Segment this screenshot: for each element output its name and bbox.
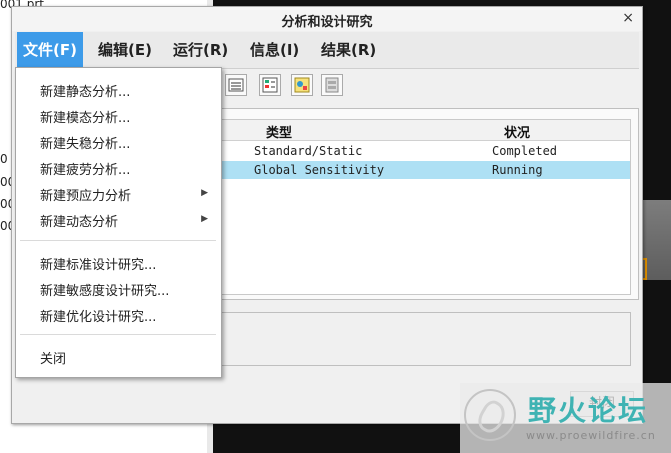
menu-separator [20,334,216,335]
cell-status: Completed [492,144,558,158]
menu-run[interactable]: 运行(R) [167,32,234,68]
menu-item-new-static[interactable]: 新建静态分析... [40,81,130,100]
cell-type: Global Sensitivity [254,163,385,177]
table-color-icon[interactable] [259,74,281,96]
watermark-text: 野火论坛 [528,394,649,427]
dialog-titlebar[interactable]: 分析和设计研究 × [12,7,642,31]
menu-file[interactable]: 文件(F) [17,32,83,68]
study-gray-icon[interactable] [321,74,343,96]
cell-type: Standard/Static [254,144,363,158]
menu-edit[interactable]: 编辑(E) [92,32,158,68]
submenu-arrow-icon: ▶ [201,188,208,198]
column-header-status[interactable]: 状况 [504,122,530,141]
menu-info[interactable]: 信息(I) [244,32,305,68]
menubar: 文件(F) 编辑(E) 运行(R) 信息(I) 结果(R) [15,32,639,69]
menu-item-new-standard-study[interactable]: 新建标准设计研究... [40,254,156,273]
file-menu-dropdown: 新建静态分析... 新建模态分析... 新建失稳分析... 新建疲劳分析... … [15,67,222,378]
tree-item[interactable]: 0 [0,152,8,166]
menu-item-new-optimization-study[interactable]: 新建优化设计研究... [40,306,156,325]
menu-item-new-modal[interactable]: 新建模态分析... [40,107,130,126]
close-icon[interactable]: × [622,10,634,26]
menu-item-new-prestress[interactable]: 新建预应力分析 [40,185,210,204]
watermark: 野火论坛 www.proewildfire.cn [460,383,671,453]
cell-status: Running [492,163,543,177]
study-yellow-icon[interactable] [291,74,313,96]
menu-item-new-sensitivity-study[interactable]: 新建敏感度设计研究... [40,280,169,299]
menu-item-close[interactable]: 关闭 [40,348,66,367]
list-icon[interactable] [225,74,247,96]
forum-logo-icon [464,389,516,441]
watermark-url: www.proewildfire.cn [526,429,656,442]
submenu-arrow-icon: ▶ [201,214,208,224]
column-header-type[interactable]: 类型 [266,122,292,141]
menu-results[interactable]: 结果(R) [315,32,382,68]
menu-item-new-dynamic[interactable]: 新建动态分析 [40,211,210,230]
menu-separator [20,240,216,241]
dialog-title: 分析和设计研究 [281,15,373,30]
menu-item-new-fatigue[interactable]: 新建疲劳分析... [40,159,130,178]
menu-item-label: 新建动态分析 [40,215,119,230]
menu-item-new-buckling[interactable]: 新建失稳分析... [40,133,130,152]
menu-item-label: 新建预应力分析 [40,189,132,204]
